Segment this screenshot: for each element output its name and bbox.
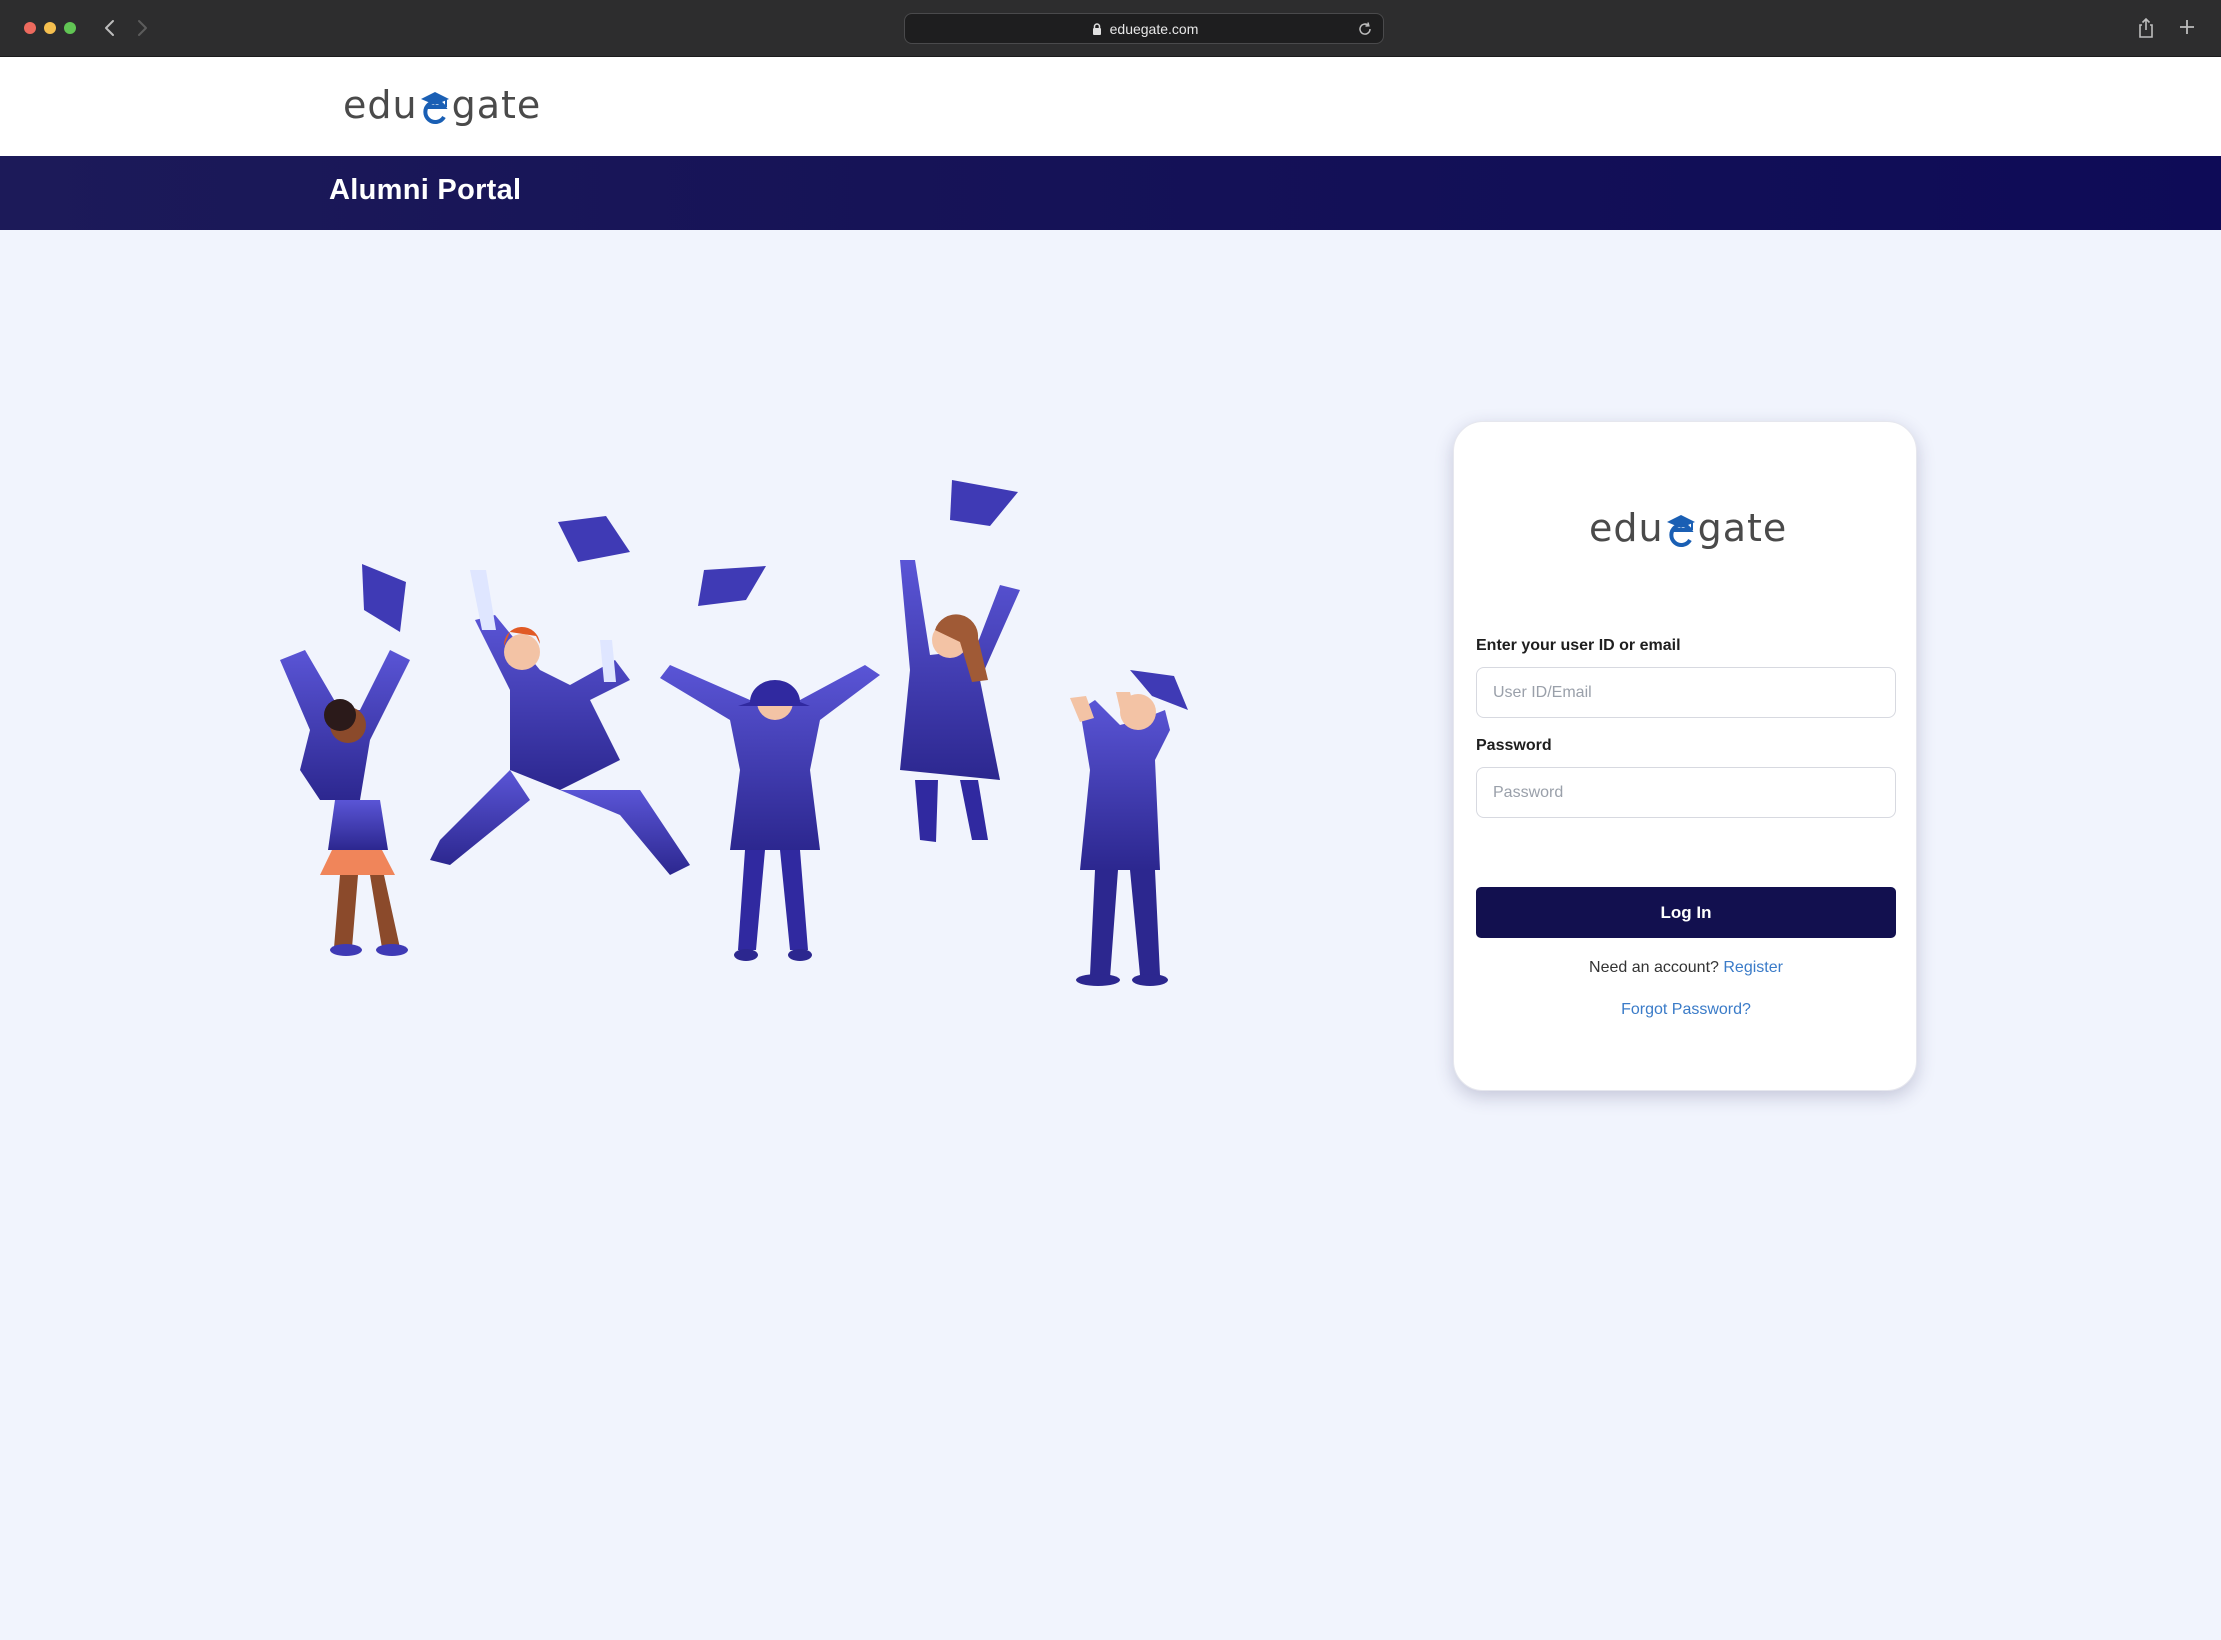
user-id-label: Enter your user ID or email — [1476, 637, 1681, 654]
forward-arrow-icon[interactable] — [128, 12, 156, 44]
log-in-button[interactable]: Log In — [1476, 887, 1896, 938]
login-card: edu gate Enter your user ID or email Pas… — [1453, 421, 1917, 1091]
card-logo: edu gate — [1589, 506, 1787, 550]
site-header: edu gate — [0, 57, 2221, 156]
register-link[interactable]: Register — [1723, 959, 1783, 976]
graduate-figure — [430, 570, 690, 875]
header-logo[interactable]: edu gate — [343, 83, 541, 127]
minimize-window-icon[interactable] — [44, 22, 56, 34]
lock-icon — [1090, 22, 1104, 36]
logo-text-prefix: edu — [343, 83, 418, 127]
close-window-icon[interactable] — [24, 22, 36, 34]
user-id-input[interactable] — [1476, 667, 1896, 718]
banner-title: Alumni Portal — [329, 174, 522, 206]
forgot-password-link[interactable]: Forgot Password? — [1454, 1001, 1918, 1019]
password-input[interactable] — [1476, 767, 1896, 818]
graduation-cap-e-icon — [419, 87, 451, 127]
portal-banner: Alumni Portal — [0, 156, 2221, 230]
register-prompt-line: Need an account? Register — [1454, 959, 1918, 977]
zoom-window-icon[interactable] — [64, 22, 76, 34]
graduate-figure — [900, 560, 1020, 842]
address-url: eduegate.com — [1109, 20, 1199, 37]
logo-text-suffix: gate — [1697, 506, 1788, 550]
new-tab-icon[interactable] — [2176, 16, 2198, 38]
app-root: eduegate.com edu gate Alumni Portal edu … — [0, 0, 2221, 1640]
logo-text-prefix: edu — [1589, 506, 1664, 550]
graduation-cap-e-icon — [1665, 510, 1697, 550]
graduate-figure — [1070, 670, 1188, 986]
graduate-figure — [280, 650, 410, 956]
register-prompt-text: Need an account? — [1589, 959, 1719, 976]
browser-toolbar: eduegate.com — [0, 0, 2221, 57]
password-label: Password — [1476, 737, 1552, 754]
graduates-illustration — [260, 470, 1220, 1040]
address-bar[interactable]: eduegate.com — [904, 13, 1384, 44]
logo-text-suffix: gate — [451, 83, 542, 127]
back-arrow-icon[interactable] — [96, 12, 124, 44]
graduate-figure — [660, 665, 880, 961]
reload-icon[interactable] — [1357, 21, 1373, 37]
share-icon[interactable] — [2136, 16, 2156, 40]
